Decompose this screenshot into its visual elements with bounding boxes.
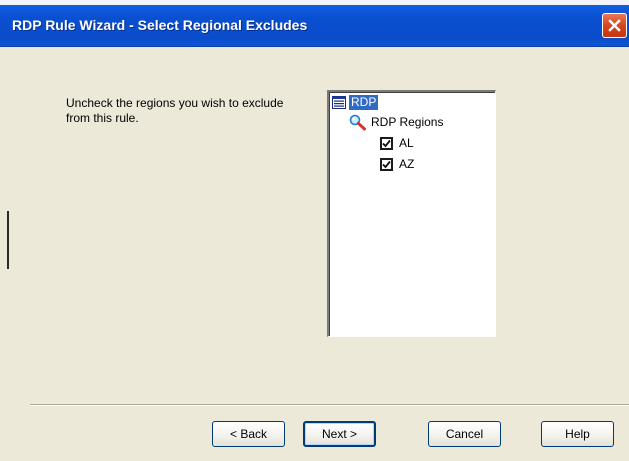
next-button[interactable]: Next >: [303, 421, 376, 447]
region-tree[interactable]: RDP RDP Regions AL AZ: [327, 90, 496, 337]
button-separator: [30, 404, 629, 406]
checkmark-icon: [382, 160, 391, 168]
instruction-text: Uncheck the regions you wish to exclude …: [66, 96, 284, 125]
tree-item-al[interactable]: AL: [380, 134, 414, 152]
window-title: RDP Rule Wizard - Select Regional Exclud…: [12, 17, 308, 33]
tree-node-rdp-label: RDP: [349, 94, 379, 110]
az-checkbox[interactable]: [380, 157, 393, 171]
magnifier-icon: [349, 114, 366, 130]
list-view-icon: [332, 95, 346, 109]
cancel-button[interactable]: Cancel: [428, 421, 501, 447]
help-button[interactable]: Help: [541, 421, 614, 447]
tree-item-az-label: AZ: [399, 157, 415, 171]
close-button[interactable]: [602, 13, 627, 38]
tree-item-az[interactable]: AZ: [380, 155, 414, 173]
tree-node-rdp[interactable]: RDP: [332, 93, 379, 111]
back-button[interactable]: < Back: [212, 421, 285, 447]
tree-node-rdp-regions-label: RDP Regions: [371, 115, 444, 129]
close-icon: [608, 19, 621, 32]
tree-node-rdp-regions[interactable]: RDP Regions: [349, 113, 443, 131]
tree-item-al-label: AL: [399, 136, 414, 150]
title-bar: RDP Rule Wizard - Select Regional Exclud…: [0, 0, 629, 47]
checkmark-icon: [382, 139, 391, 147]
al-checkbox[interactable]: [380, 136, 393, 150]
left-edge-divider: [7, 211, 9, 269]
background-window-strip: [0, 0, 629, 5]
